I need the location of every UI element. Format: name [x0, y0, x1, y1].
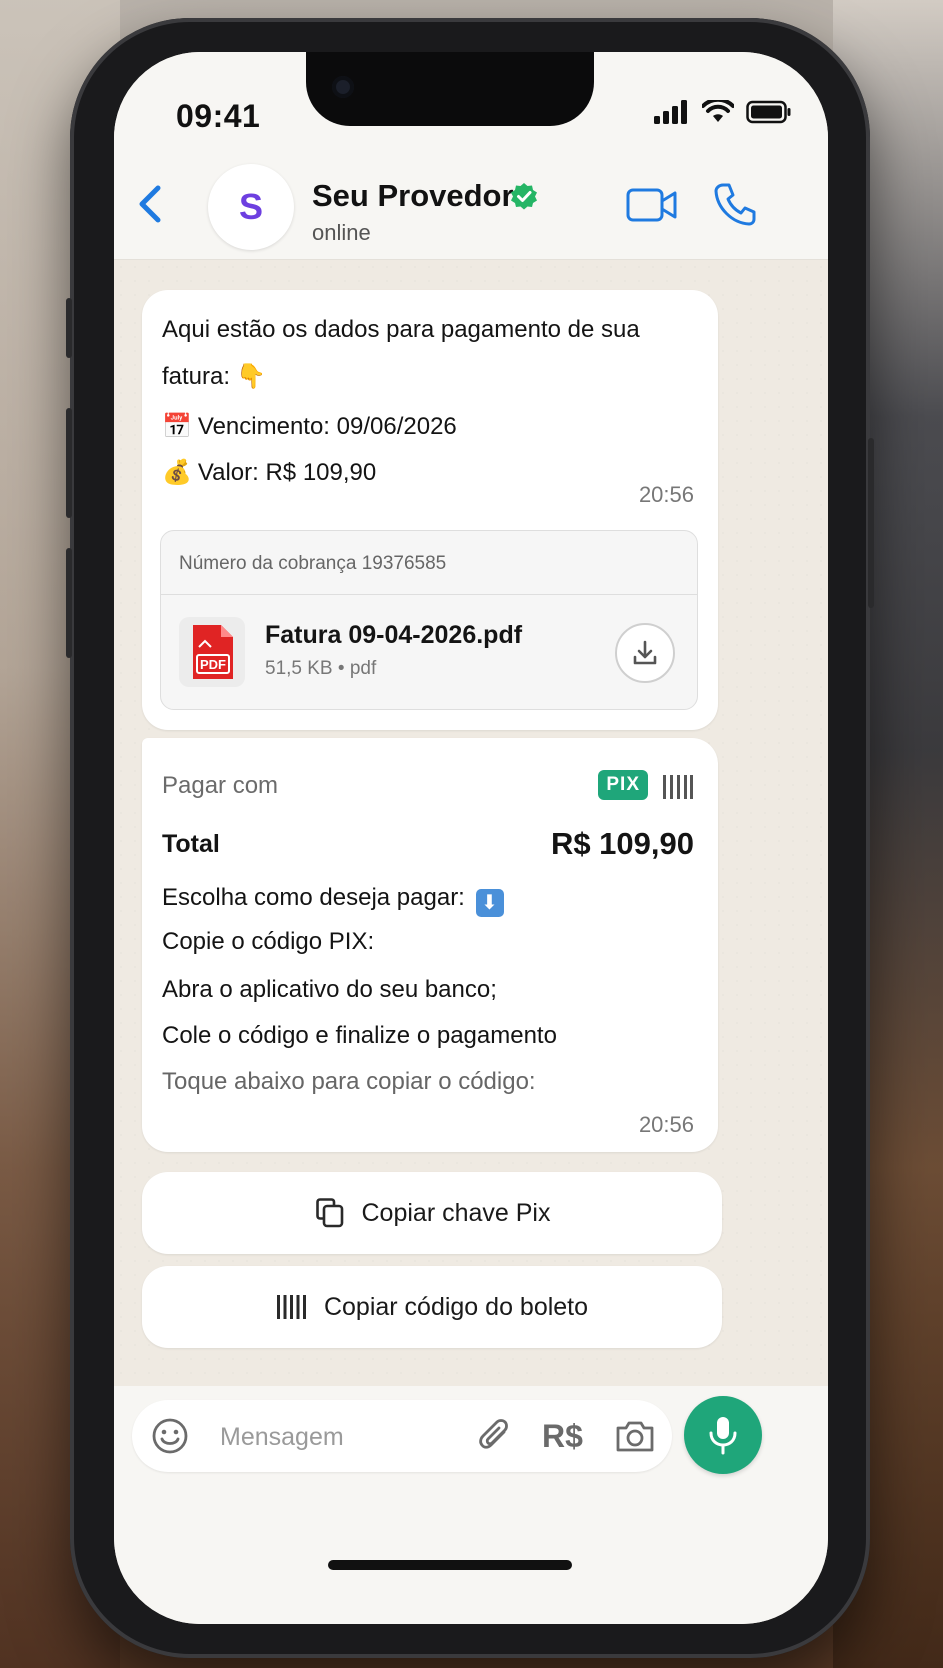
file-meta: 51,5 KB • pdf	[265, 658, 377, 679]
copy-pix-button[interactable]: Copiar chave Pix	[142, 1172, 722, 1254]
download-icon	[633, 640, 657, 665]
status-icons	[654, 100, 792, 124]
power-button	[868, 438, 874, 608]
value-row: 💰 Valor: R$ 109,90	[162, 458, 376, 487]
barcode-icon	[663, 775, 693, 799]
invoice-message-bubble: Aqui estão os dados para pagamento de su…	[142, 290, 718, 730]
copy-hint: Toque abaixo para copiar o código:	[162, 1068, 536, 1095]
home-indicator	[328, 1560, 572, 1570]
choose-row: Escolha como deseja pagar: ⬇	[162, 884, 504, 917]
choose-text: Escolha como deseja pagar:	[162, 884, 465, 911]
camera-icon[interactable]	[614, 1418, 656, 1454]
message-timestamp: 20:56	[638, 482, 694, 507]
message-input-container: R$	[132, 1400, 672, 1472]
volume-down-button	[66, 548, 72, 658]
voice-record-button[interactable]	[684, 1396, 762, 1474]
down-arrow-emoji: ⬇	[475, 889, 504, 917]
payment-currency-button[interactable]: R$	[542, 1418, 583, 1455]
barcode-icon	[276, 1295, 306, 1319]
pointing-down-emoji: 👇	[236, 362, 266, 390]
copy-boleto-label: Copiar código do boleto	[323, 1292, 589, 1321]
step-2: Abra o aplicativo do seu banco;	[162, 976, 497, 1003]
copy-icon	[315, 1198, 343, 1228]
invoice-line-1: Aqui estão os dados para pagamento de su…	[162, 316, 640, 343]
pdf-file-icon: PDF	[179, 617, 245, 687]
total-label: Total	[162, 830, 220, 858]
download-button[interactable]	[615, 623, 675, 683]
copy-pix-label: Copiar chave Pix	[361, 1198, 551, 1227]
due-date-row: 📅 Vencimento: 09/06/2026	[162, 412, 457, 441]
verified-badge-icon	[511, 183, 537, 210]
emoji-icon[interactable]	[150, 1416, 190, 1456]
message-input[interactable]	[220, 1422, 440, 1452]
phone-call-icon[interactable]	[714, 182, 756, 226]
contact-name[interactable]: Seu Provedor	[312, 178, 514, 214]
file-name: Fatura 09-04-2026.pdf	[265, 621, 523, 649]
battery-icon	[746, 100, 791, 124]
status-time: 09:41	[176, 98, 261, 134]
invoice-value: Valor: R$ 109,90	[197, 459, 377, 486]
copy-boleto-button[interactable]: Copiar código do boleto	[142, 1266, 722, 1348]
charge-number: Número da cobrança 19376585	[161, 531, 697, 595]
contact-avatar[interactable]: S	[208, 164, 294, 250]
contact-status: online	[312, 220, 371, 245]
phone-frame: 09:41 S Seu Provedor online Aqui estão o…	[66, 18, 874, 1658]
message-composer: R$	[114, 1386, 828, 1624]
mute-switch	[66, 298, 72, 358]
payment-message-bubble: Pagar com PIX Total R$ 109,90 Escolha co…	[142, 738, 718, 1152]
wifi-icon	[702, 100, 734, 122]
back-chevron-icon[interactable]	[130, 182, 170, 226]
step-3: Cole o código e finalize o pagamento	[162, 1022, 557, 1049]
signal-icon	[654, 100, 687, 124]
pdf-attachment[interactable]: Número da cobrança 19376585 PDF Fatura 0…	[160, 530, 698, 710]
calendar-emoji: 📅	[162, 412, 192, 440]
chat-area[interactable]: Aqui estão os dados para pagamento de su…	[114, 260, 828, 1386]
video-call-icon[interactable]	[626, 186, 678, 224]
pay-with-label: Pagar com	[162, 772, 279, 799]
message-timestamp: 20:56	[638, 1112, 694, 1137]
money-bag-emoji: 💰	[162, 458, 192, 486]
due-date: Vencimento: 09/06/2026	[197, 413, 457, 440]
step-1: Copie o código PIX:	[162, 928, 375, 955]
pix-badge: PIX	[598, 770, 648, 800]
pdf-icon-label: PDF	[200, 657, 226, 672]
volume-up-button	[66, 408, 72, 518]
phone-screen: 09:41 S Seu Provedor online Aqui estão o…	[114, 52, 828, 1624]
invoice-line-2-row: fatura: 👇	[162, 362, 266, 391]
total-value: R$ 109,90	[550, 826, 694, 861]
front-camera	[332, 76, 354, 98]
pdf-icon: PDF	[193, 625, 233, 679]
microphone-icon	[709, 1417, 737, 1455]
notch	[306, 52, 594, 126]
chat-header: S Seu Provedor online	[114, 148, 828, 260]
invoice-line-2: fatura:	[162, 363, 231, 390]
paperclip-icon[interactable]	[476, 1416, 514, 1458]
